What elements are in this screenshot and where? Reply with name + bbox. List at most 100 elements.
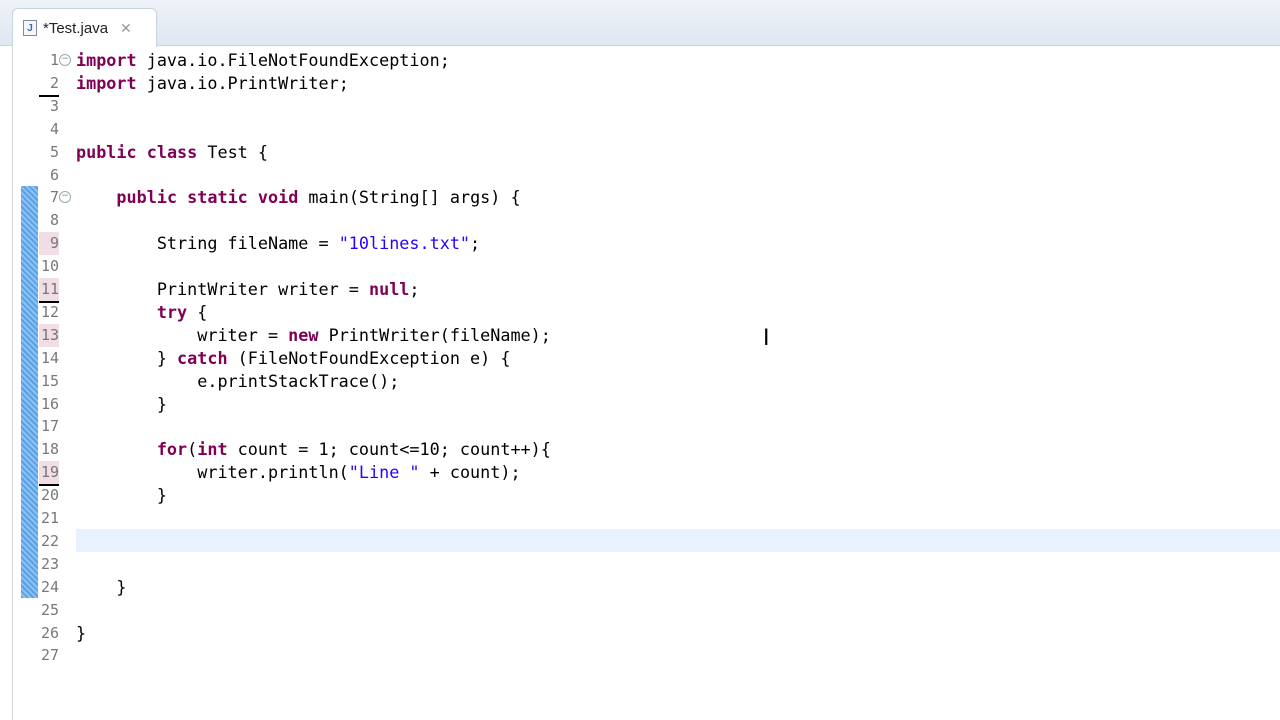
code-text: } [76, 622, 86, 645]
line-number: 5 [49, 142, 59, 161]
code-text: import java.io.PrintWriter; [76, 72, 349, 95]
code-line[interactable]: 20 } [13, 484, 1280, 507]
code-line[interactable]: 8 [13, 209, 1280, 232]
line-number: 24 [40, 577, 59, 596]
line-number: 19 [39, 461, 59, 487]
text-cursor-icon: I [763, 326, 770, 351]
code-token: } [76, 622, 87, 643]
code-token: String fileName = [76, 233, 339, 254]
code-line[interactable]: 21 [13, 507, 1280, 530]
code-text: String fileName = "10lines.txt"; [76, 232, 480, 255]
code-line[interactable]: 11 PrintWriter writer = null; [13, 278, 1280, 303]
line-number: 1 [49, 51, 59, 69]
line-number: 16 [40, 394, 59, 413]
keyword: try [156, 301, 188, 322]
code-line[interactable]: 25 [13, 599, 1280, 622]
fold-toggle-icon[interactable]: − [59, 54, 71, 66]
code-text: for(int count = 1; count<=10; count++){ [76, 438, 551, 461]
code-line[interactable]: 12 try { [13, 301, 1280, 324]
code-token: PrintWriter(fileName); [318, 324, 551, 345]
keyword: import [76, 50, 137, 70]
line-number: 15 [40, 371, 59, 390]
line-number: 27 [40, 646, 59, 665]
line-number: 23 [40, 554, 59, 573]
code-token: ; [470, 233, 481, 254]
line-number: 25 [40, 600, 59, 619]
code-text: } [76, 576, 127, 599]
code-line[interactable]: 14 } catch (FileNotFoundException e) { [13, 347, 1280, 370]
code-line[interactable]: 18 for(int count = 1; count<=10; count++… [13, 438, 1280, 461]
code-line[interactable]: 13 writer = new PrintWriter(fileName); [13, 323, 1280, 347]
code-line[interactable]: 24 } [13, 576, 1280, 599]
code-text: public class Test { [76, 141, 268, 164]
code-line[interactable]: 10 [13, 255, 1280, 278]
line-number: 3 [49, 96, 59, 115]
code-line[interactable]: 17 [13, 415, 1280, 438]
keyword: void [257, 187, 299, 208]
code-line[interactable]: 2 import java.io.PrintWriter; [13, 72, 1280, 97]
code-text: try { [76, 301, 208, 324]
code-line[interactable]: 3 [13, 95, 1280, 118]
code-text: import java.io.FileNotFoundException; [76, 49, 450, 72]
keyword: import [76, 72, 137, 93]
code-token: ; [409, 279, 420, 299]
java-file-icon: J [23, 20, 37, 36]
tab-title: *Test.java [43, 19, 109, 37]
code-editor[interactable]: 1− import java.io.FileNotFoundException; 2… [12, 46, 1280, 720]
editor-tab-bar: J *Test.java ✕ [0, 0, 1280, 47]
close-icon[interactable]: ✕ [120, 20, 132, 37]
code-token: e.printStackTrace(); [76, 370, 400, 391]
code-token: { [187, 301, 208, 322]
code-line[interactable]: 9 String fileName = "10lines.txt"; [13, 232, 1280, 256]
code-line[interactable]: 27 [13, 644, 1280, 667]
code-token: count = 1; count<=10; count++){ [227, 439, 551, 460]
line-number: 10 [40, 257, 59, 276]
code-line[interactable]: 7− public static void main(String[] args… [13, 186, 1280, 209]
code-text: } catch (FileNotFoundException e) { [76, 347, 511, 370]
code-line[interactable]: 22 [13, 530, 1280, 553]
code-token: ( [187, 439, 198, 460]
tab-test-java[interactable]: J *Test.java ✕ [12, 8, 157, 47]
code-token: } [76, 576, 127, 597]
code-line[interactable]: 4 [13, 118, 1280, 141]
line-number: 13 [39, 323, 59, 347]
line-number: 21 [40, 509, 59, 527]
code-line[interactable]: 5 public class Test { [13, 141, 1280, 164]
code-token: } [76, 485, 167, 506]
code-line[interactable]: 15 e.printStackTrace(); [13, 370, 1280, 393]
line-number: 17 [40, 417, 59, 436]
code-text: writer = new PrintWriter(fileName); [76, 324, 551, 347]
line-number: 20 [40, 486, 59, 505]
fold-toggle-icon[interactable]: − [59, 191, 71, 204]
code-line[interactable]: 23 [13, 553, 1280, 576]
code-token: } [76, 347, 178, 368]
keyword: class [146, 141, 198, 162]
code-text: PrintWriter writer = null; [76, 278, 420, 301]
line-number: 18 [40, 440, 59, 459]
string-literal: "Line " [348, 462, 420, 483]
line-number: 11 [39, 278, 59, 303]
keyword: public [76, 141, 137, 162]
code-line[interactable]: 16 } [13, 393, 1280, 416]
keyword: public [116, 187, 178, 208]
line-number: 8 [49, 211, 59, 230]
code-token: writer.println( [76, 462, 349, 483]
code-text: writer.println("Line " + count); [76, 461, 520, 484]
line-number: 12 [40, 302, 59, 321]
line-number: 7 [49, 188, 59, 207]
code-line[interactable]: 6 [13, 164, 1280, 187]
code-token: Test { [197, 141, 268, 162]
line-number: 4 [49, 119, 59, 138]
code-line[interactable]: 19 writer.println("Line " + count); [13, 461, 1280, 487]
line-number: 6 [49, 165, 59, 184]
code-line[interactable]: 26} [13, 622, 1280, 645]
code-text: } [76, 393, 167, 416]
code-line[interactable]: 1− import java.io.FileNotFoundException; [13, 49, 1280, 72]
keyword: int [197, 439, 228, 460]
